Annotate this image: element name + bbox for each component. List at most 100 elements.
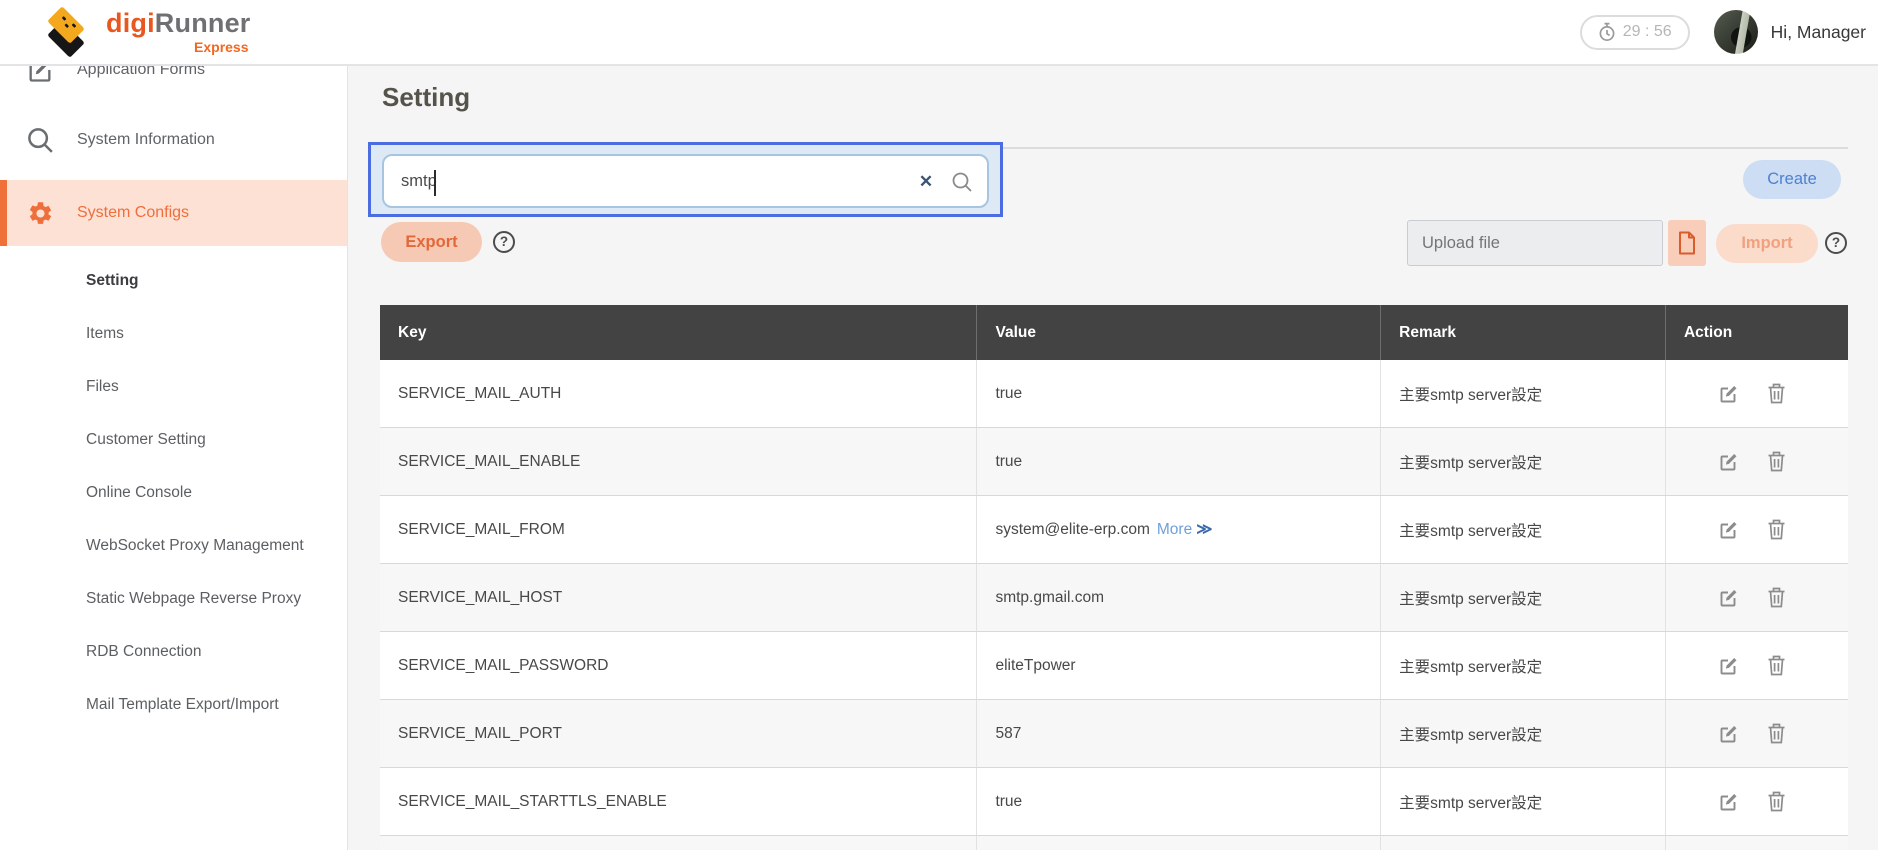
sidebar-subitem-setting[interactable]: Setting — [0, 254, 347, 307]
top-header: digiRunner Express 29 : 56 Hi, Manager — [0, 0, 1878, 66]
table-row: SERVICE_MAIL_ENABLE true 主要smtp server設定 — [380, 428, 1848, 496]
sidebar-subitem-static-webpage-reverse-proxy[interactable]: Static Webpage Reverse Proxy — [0, 572, 347, 625]
search-box-focus-ring: ✕ — [368, 142, 1003, 217]
value-text: eliteTpower — [995, 656, 1076, 674]
delete-icon[interactable] — [1766, 655, 1788, 677]
sidebar-subitem-items[interactable]: Items — [0, 307, 347, 360]
user-greeting: Hi, Manager — [1770, 21, 1866, 42]
export-button[interactable]: Export — [381, 222, 482, 262]
session-timer: 29 : 56 — [1579, 14, 1690, 50]
text-caret — [434, 170, 436, 196]
export-help-icon[interactable]: ? — [493, 231, 515, 253]
table-header-row: Key Value Remark Action — [380, 305, 1848, 360]
column-header-value: Value — [977, 305, 1382, 360]
delete-icon[interactable] — [1766, 791, 1788, 813]
sidebar-item-application-forms[interactable]: Application Forms — [0, 66, 347, 98]
sidebar-item-label: System Information — [77, 131, 215, 148]
cell-value: true — [977, 768, 1382, 835]
sidebar-item-label: System Configs — [77, 204, 190, 221]
cell-key: SERVICE_MAIL_AUTH — [380, 360, 978, 427]
cell-empty — [977, 836, 1382, 850]
main-content: Setting ✕ Create Export ? Import ? — [349, 66, 1878, 850]
delete-icon[interactable] — [1766, 587, 1788, 609]
file-icon — [1679, 231, 1695, 255]
column-header-key: Key — [380, 305, 978, 360]
cell-remark: 主要smtp server設定 — [1381, 768, 1666, 835]
delete-icon[interactable] — [1766, 451, 1788, 473]
avatar[interactable] — [1713, 10, 1758, 54]
cell-action — [1666, 428, 1848, 495]
value-text: system@elite-erp.com — [995, 520, 1150, 538]
search-icon[interactable] — [950, 170, 974, 194]
cell-value: 587 — [977, 700, 1382, 767]
column-header-remark: Remark — [1381, 305, 1666, 360]
table-row: SERVICE_MAIL_PORT 587 主要smtp server設定 — [380, 700, 1848, 768]
clear-search-icon[interactable]: ✕ — [915, 169, 937, 195]
cell-action — [1666, 632, 1848, 699]
sidebar-item-system-information[interactable]: System Information — [0, 112, 347, 168]
more-chevrons-icon[interactable]: ≫ — [1196, 520, 1212, 539]
edit-icon[interactable] — [1718, 791, 1740, 813]
edit-icon[interactable] — [1718, 451, 1740, 473]
sidebar-subnav: Setting Items Files Customer Setting Online … — [0, 254, 347, 731]
delete-icon[interactable] — [1766, 723, 1788, 745]
sidebar-nav: Application Forms System Information Syste… — [0, 66, 347, 246]
cell-remark: 主要smtp server設定 — [1381, 564, 1666, 631]
header-right-group: 29 : 56 Hi, Manager — [1579, 10, 1866, 54]
cell-key: SERVICE_MAIL_PASSWORD — [380, 632, 978, 699]
edit-icon[interactable] — [1718, 723, 1740, 745]
column-header-action: Action — [1683, 323, 1733, 341]
import-help-icon[interactable]: ? — [1825, 232, 1847, 254]
table-row: SERVICE_MAIL_AUTH true 主要smtp server設定 — [380, 360, 1848, 428]
sidebar-subitem-websocket-proxy-management[interactable]: WebSocket Proxy Management — [0, 519, 347, 572]
sidebar: Application Forms System Information Syste… — [0, 66, 348, 850]
import-button[interactable]: Import — [1716, 224, 1818, 263]
brand-logo-icon — [36, 5, 98, 59]
table-row: SERVICE_MAIL_HOST smtp.gmail.com 主要smtp se… — [380, 564, 1848, 632]
cell-empty — [380, 836, 978, 850]
value-text: smtp.gmail.com — [995, 588, 1104, 606]
cell-value: true — [977, 360, 1382, 427]
cell-remark: 主要smtp server設定 — [1381, 428, 1666, 495]
digirunner-express-app: digiRunner Express 29 : 56 Hi, Manager A… — [0, 0, 1878, 850]
edit-icon[interactable] — [1718, 383, 1740, 405]
sidebar-subitem-online-console[interactable]: Online Console — [0, 466, 347, 519]
cell-action — [1666, 700, 1848, 767]
delete-icon[interactable] — [1766, 519, 1788, 541]
brand-logo: digiRunner Express — [36, 5, 251, 59]
cell-key: SERVICE_MAIL_PORT — [380, 700, 978, 767]
more-link[interactable]: More — [1157, 521, 1192, 539]
sidebar-subitem-mail-template-export-import[interactable]: Mail Template Export/Import — [0, 678, 347, 731]
brand-subtitle: Express — [194, 39, 249, 55]
cell-value: system@elite-erp.com More ≫ — [977, 496, 1382, 563]
cell-key: SERVICE_MAIL_FROM — [380, 496, 978, 563]
edit-icon[interactable] — [1718, 587, 1740, 609]
sidebar-item-system-configs[interactable]: System Configs — [0, 180, 347, 246]
search-input[interactable] — [382, 154, 989, 208]
cell-remark: 主要smtp server設定 — [1381, 360, 1666, 427]
cell-key: SERVICE_MAIL_HOST — [380, 564, 978, 631]
session-timer-value: 29 : 56 — [1622, 23, 1672, 40]
edit-icon[interactable] — [1718, 655, 1740, 677]
sidebar-subitem-rdb-connection[interactable]: RDB Connection — [0, 625, 347, 678]
page-title: Setting — [382, 82, 471, 112]
upload-file-input[interactable] — [1407, 220, 1663, 266]
value-text: 587 — [995, 724, 1022, 742]
table-body: SERVICE_MAIL_AUTH true 主要smtp server設定 SERV… — [380, 360, 1848, 850]
create-button[interactable]: Create — [1743, 160, 1841, 199]
sidebar-item-label: Application Forms — [77, 66, 206, 78]
cell-empty — [1381, 836, 1666, 850]
gear-icon — [25, 198, 55, 228]
brand-logo-text: digiRunner Express — [106, 10, 251, 55]
value-text: true — [995, 452, 1023, 470]
cell-value: true — [977, 428, 1382, 495]
edit-icon[interactable] — [1718, 519, 1740, 541]
cell-action — [1666, 768, 1848, 835]
cell-value: smtp.gmail.com — [977, 564, 1382, 631]
cell-action — [1666, 496, 1848, 563]
delete-icon[interactable] — [1766, 383, 1788, 405]
choose-file-button[interactable] — [1668, 220, 1706, 266]
table-row: SERVICE_MAIL_STARTTLS_ENABLE true 主要smtp s… — [380, 768, 1848, 836]
sidebar-subitem-customer-setting[interactable]: Customer Setting — [0, 413, 347, 466]
sidebar-subitem-files[interactable]: Files — [0, 360, 347, 413]
